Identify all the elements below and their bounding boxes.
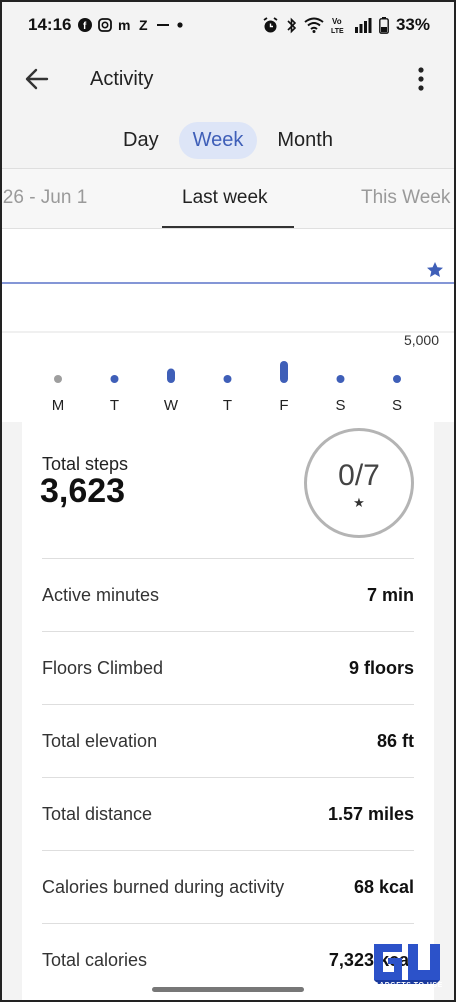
stat-label: Active minutes <box>42 584 160 605</box>
home-gesture-bar[interactable] <box>152 987 304 992</box>
chart-day-marker[interactable] <box>223 375 232 383</box>
more-options-button[interactable] <box>406 62 436 96</box>
chart-day-marker[interactable] <box>336 375 345 383</box>
tab-month[interactable]: Month <box>263 122 347 159</box>
stat-label: Total elevation <box>42 730 158 751</box>
goal-progress-text: 0/7 <box>338 459 380 492</box>
wifi-icon <box>304 17 324 33</box>
chart-day-marker[interactable] <box>54 375 62 383</box>
back-button[interactable] <box>20 62 54 96</box>
stat-value: 86 ft <box>376 730 414 751</box>
stat-label: Calories burned during activity <box>42 876 285 897</box>
chart-day-marker[interactable] <box>393 375 401 383</box>
tab-week[interactable]: Week <box>178 121 258 159</box>
gridline-label: 5,000 <box>404 332 439 348</box>
battery-icon <box>379 16 389 34</box>
app-bar: Activity <box>0 50 456 108</box>
chart-day-label: S <box>392 397 402 414</box>
tab-day[interactable]: Day <box>109 122 173 159</box>
battery-percent: 33% <box>395 15 430 34</box>
app-icon <box>157 24 170 26</box>
svg-text:m: m <box>118 18 130 32</box>
steps-chart: 5,000 M T W T F S S <box>0 228 456 422</box>
stat-value: 68 kcal <box>353 876 414 897</box>
goal-progress-ring[interactable]: 0/7 ★ <box>304 428 414 538</box>
arrow-left-icon <box>25 68 49 90</box>
m-icon: m <box>118 18 130 32</box>
goal-star-icon <box>427 262 443 277</box>
svg-text:Z: Z <box>139 18 148 32</box>
stat-label: Total distance <box>42 803 153 824</box>
z-icon: Z <box>139 18 148 32</box>
svg-text:Vo: Vo <box>332 17 342 26</box>
volte-icon: Vo LTE <box>331 17 344 34</box>
stat-label: Total calories <box>42 949 148 970</box>
chart-day-label: S <box>335 397 345 414</box>
chart-day-label: T <box>223 397 232 414</box>
range-tab-last-week[interactable]: Last week <box>182 187 268 209</box>
instagram-icon <box>98 18 113 32</box>
status-time: 14:16 <box>28 15 72 34</box>
watermark-logo: GADGETS TO USE <box>368 936 448 994</box>
stat-label: Floors Climbed <box>42 657 164 678</box>
chart-day-marker[interactable] <box>280 361 288 383</box>
chart-day-label: T <box>110 397 119 414</box>
bluetooth-icon <box>287 17 297 33</box>
range-tab-this-week[interactable]: This Week <box>361 187 450 209</box>
stat-row-floors-climbed: Floors Climbed 9 floors <box>42 631 414 704</box>
steps-chart-svg: 5,000 M T W T F S S <box>0 262 456 414</box>
dot-icon <box>177 22 184 28</box>
stat-value: 9 floors <box>348 657 414 678</box>
chart-marks: MTWTFSS <box>52 361 402 414</box>
status-bar: 14:16 f m Z Vo LTE 33% <box>0 0 456 50</box>
range-tab-previous[interactable]: y 26 - Jun 1 <box>0 187 87 209</box>
stat-row-total-calories: Total calories 7,323 kcal <box>42 923 414 996</box>
stat-value: 7 min <box>366 584 414 605</box>
svg-text:LTE: LTE <box>331 28 344 34</box>
alarm-icon <box>263 16 278 32</box>
date-range-tabs: y 26 - Jun 1 Last week This Week <box>0 168 456 228</box>
watermark-text: GADGETS TO USE <box>373 982 443 989</box>
signal-icon <box>354 18 372 33</box>
period-selector: Day Week Month <box>0 118 456 162</box>
stat-row-total-distance: Total distance 1.57 miles <box>42 777 414 850</box>
page-title: Activity <box>90 67 154 90</box>
stat-row-total-elevation: Total elevation 86 ft <box>42 704 414 777</box>
chart-day-label: M <box>52 397 65 414</box>
more-vert-icon <box>418 67 424 91</box>
goal-star-icon-small: ★ <box>353 495 365 510</box>
activity-summary-card: Total steps 3,623 0/7 ★ Active minutes 7… <box>22 422 434 1002</box>
chart-day-label: W <box>164 397 179 414</box>
chart-day-marker[interactable] <box>167 368 175 383</box>
facebook-icon: f <box>78 18 93 32</box>
stat-row-active-minutes: Active minutes 7 min <box>42 558 414 631</box>
total-steps-value: 3,623 <box>40 472 126 510</box>
stat-value: 1.57 miles <box>327 803 414 824</box>
chart-day-label: F <box>279 397 288 414</box>
stat-row-activity-calories: Calories burned during activity 68 kcal <box>42 850 414 923</box>
chart-day-marker[interactable] <box>110 375 119 383</box>
